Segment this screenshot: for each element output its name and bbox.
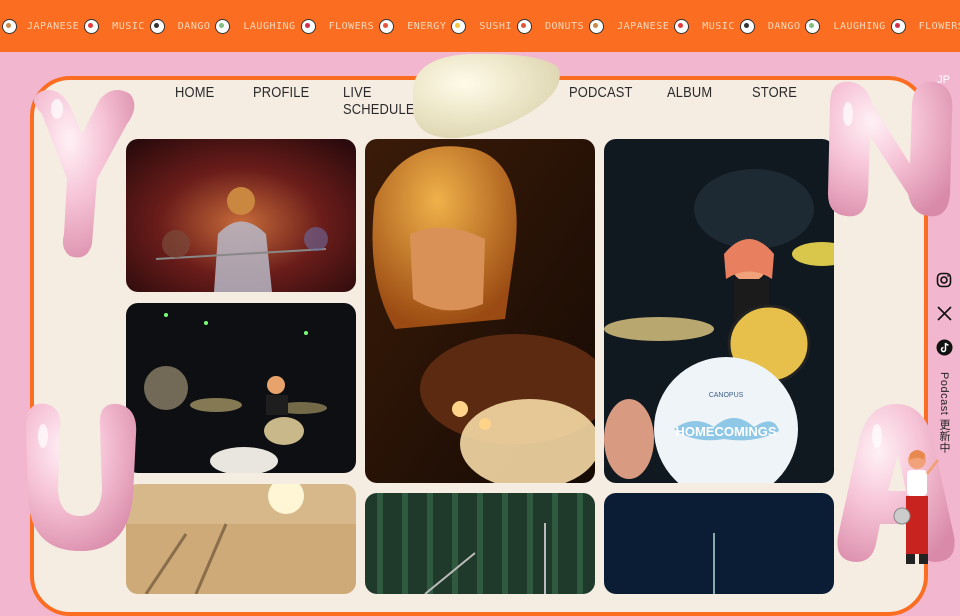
ticker-label: SUSHI (479, 20, 512, 32)
nav-live-schedule[interactable]: LIVE SCHEDULE (343, 80, 415, 122)
lips-icon (300, 18, 316, 34)
ticker-item: MUSIC (702, 18, 755, 34)
ticker-item: LAUGHING (243, 18, 316, 34)
ticker-label: FLOWERS (918, 20, 960, 32)
ticker-item: LAUGHING (833, 18, 906, 34)
ticker-label: DANGO (177, 20, 211, 32)
ticker-track: JAPANESE MUSIC DANGO LAUGHING FLOWERS ENERGY S… (0, 18, 960, 34)
marquee-ticker: JAPANESE MUSIC DANGO LAUGHING FLOWERS ENERGY S… (0, 0, 960, 52)
photo-bright-stage[interactable] (126, 484, 356, 594)
ticker-item: MUSIC (112, 18, 165, 34)
ticker-label: DANGO (767, 20, 801, 32)
ticker-label: JAPANESE (27, 20, 80, 32)
balloon-letter-n (828, 81, 953, 217)
japan-flag-icon (84, 18, 100, 34)
ticker-item: DANGO (767, 18, 821, 34)
photo-drummer-closeup[interactable] (365, 139, 595, 483)
dango-blob-decoration (413, 53, 560, 139)
ticker-label: MUSIC (702, 20, 735, 32)
ticker-item: ENERGY (407, 18, 467, 34)
artist-figure-sticker (893, 450, 940, 564)
dango-icon (215, 18, 231, 34)
balloon-letter-y (33, 89, 135, 258)
nav-podcast[interactable]: PODCAST (569, 80, 633, 105)
photo-drummer-stage[interactable] (126, 303, 356, 473)
ticker-label: LAUGHING (243, 20, 296, 32)
photo-live-guitarist[interactable] (126, 139, 356, 292)
music-note-icon (149, 18, 165, 34)
nav-profile[interactable]: PROFILE (253, 80, 309, 105)
ticker-item: FLOWERS (328, 18, 395, 34)
ticker-label: FLOWERS (328, 20, 375, 32)
ticker-label: MUSIC (112, 20, 145, 32)
japan-flag-icon (674, 18, 690, 34)
donut-icon (2, 18, 17, 34)
ticker-item: JAPANESE (27, 18, 100, 34)
balloon-letter-u (26, 403, 137, 551)
music-note-icon (739, 18, 755, 34)
sushi-icon (516, 18, 532, 34)
instagram-icon[interactable] (934, 270, 954, 290)
drum-brand-text: CANOPUS (709, 392, 744, 399)
x-icon[interactable] (934, 303, 954, 323)
donut-icon (589, 18, 605, 34)
flower-icon (379, 18, 395, 34)
nav-album[interactable]: ALBUM (667, 80, 712, 105)
ticker-label: ENERGY (407, 20, 447, 32)
drum-head-logo: HOMECOMINGS (675, 424, 776, 439)
ticker-item: DANGO (177, 18, 231, 34)
lips-icon (890, 18, 906, 34)
ticker-item: JAPANESE (617, 18, 690, 34)
ticker-item: FLOWERS (919, 19, 960, 34)
ticker-item: DONUTS (544, 18, 605, 34)
ticker-label: LAUGHING (833, 20, 886, 32)
moon-icon (451, 18, 467, 34)
nav-home[interactable]: HOME (175, 80, 214, 105)
ticker-item: SUSHI (479, 18, 532, 34)
photo-green-curtain[interactable] (365, 493, 595, 594)
ticker-label: JAPANESE (617, 20, 670, 32)
photo-blue-stage[interactable] (604, 493, 834, 594)
ticker-label: DONUTS (544, 20, 585, 32)
dango-icon (805, 18, 821, 34)
photo-homecomings-drum[interactable]: HOMECOMINGS CANOPUS (604, 139, 834, 483)
nav-store[interactable]: STORE (752, 80, 797, 105)
tiktok-icon[interactable] (934, 337, 954, 357)
